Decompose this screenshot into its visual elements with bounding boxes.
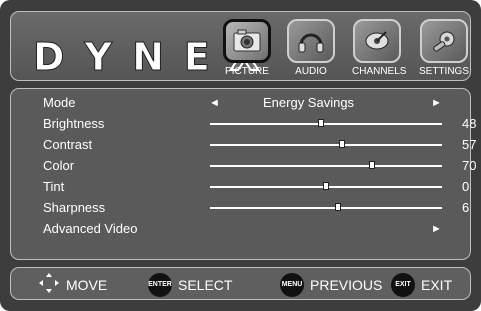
right-arrow-icon[interactable]: ► <box>431 93 442 113</box>
hint-previous: MENU PREVIOUS <box>280 268 382 301</box>
tab-audio[interactable]: AUDIO <box>286 19 336 81</box>
brightness-slider[interactable] <box>210 119 442 127</box>
right-arrow-icon[interactable]: ► <box>431 219 442 239</box>
color-value: 70 <box>462 158 477 173</box>
picture-settings-panel: Mode ◄ Energy Savings ► Brightness 48 Co… <box>10 88 476 260</box>
menu-row-tint[interactable]: Tint 0 <box>43 177 469 197</box>
logo-letter: N <box>132 35 165 80</box>
menu-button-icon: MENU <box>280 272 304 297</box>
menu-row-brightness[interactable]: Brightness 48 <box>43 114 476 134</box>
slider-thumb[interactable] <box>339 140 345 148</box>
hint-exit: EXIT EXIT <box>391 268 452 301</box>
logo-letter: E <box>183 35 210 80</box>
select-label: SELECT <box>178 276 233 293</box>
move-label: MOVE <box>66 276 108 293</box>
tint-value: 0 <box>462 179 470 194</box>
previous-label: PREVIOUS <box>310 276 383 293</box>
move-arrows-icon <box>38 272 60 297</box>
tab-label: AUDIO <box>295 66 327 77</box>
contrast-slider[interactable] <box>210 140 442 148</box>
logo-letter: D <box>33 35 66 80</box>
sharpness-value: 6 <box>462 200 470 215</box>
mode-value: Energy Savings <box>263 95 355 110</box>
tab-label: CHANNELS <box>352 66 407 77</box>
contrast-value: 57 <box>462 137 477 152</box>
brightness-label: Brightness <box>43 116 105 131</box>
menu-row-mode[interactable]: Mode ◄ Energy Savings ► <box>43 93 463 113</box>
contrast-label: Contrast <box>43 137 93 152</box>
enter-button-icon: ENTER <box>148 272 172 297</box>
audio-icon <box>287 19 335 63</box>
brightness-value: 48 <box>462 116 477 131</box>
tab-channels[interactable]: CHANNELS <box>352 19 407 81</box>
menu-row-sharpness[interactable]: Sharpness 6 <box>43 198 469 218</box>
channels-icon <box>353 19 401 63</box>
hint-select: ENTER SELECT <box>148 268 232 301</box>
menu-row-advanced-video[interactable]: Advanced Video ► <box>43 219 463 239</box>
footer-hint-bar: MOVE ENTER SELECT MENU PREVIOUS EXIT EXI… <box>10 267 471 300</box>
advanced-video-label: Advanced Video <box>43 221 138 236</box>
picture-icon <box>223 19 271 63</box>
menu-row-color[interactable]: Color 70 <box>43 156 476 176</box>
exit-label: EXIT <box>421 276 453 293</box>
hint-move: MOVE <box>38 268 107 301</box>
color-label: Color <box>43 158 75 173</box>
tab-picture[interactable]: PICTURE <box>222 19 272 81</box>
slider-thumb[interactable] <box>335 203 341 211</box>
sharpness-slider[interactable] <box>210 203 442 211</box>
slider-thumb[interactable] <box>323 182 329 190</box>
logo-letter: Y <box>84 35 113 80</box>
tint-slider[interactable] <box>210 182 442 190</box>
settings-icon <box>420 19 468 63</box>
color-slider[interactable] <box>210 161 442 169</box>
tab-label: SETTINGS <box>419 66 470 77</box>
tv-osd-menu: D Y N E X PICTURE AUDIO <box>0 0 481 311</box>
sharpness-label: Sharpness <box>43 200 106 215</box>
tab-settings[interactable]: SETTINGS <box>419 19 469 81</box>
slider-thumb[interactable] <box>318 119 324 127</box>
slider-thumb[interactable] <box>369 161 375 169</box>
mode-label: Mode <box>43 95 76 110</box>
tint-label: Tint <box>43 179 65 194</box>
tab-label: PICTURE <box>225 66 269 77</box>
exit-button-icon: EXIT <box>391 272 415 297</box>
menu-row-contrast[interactable]: Contrast 57 <box>43 135 476 155</box>
left-arrow-icon[interactable]: ◄ <box>209 93 220 113</box>
